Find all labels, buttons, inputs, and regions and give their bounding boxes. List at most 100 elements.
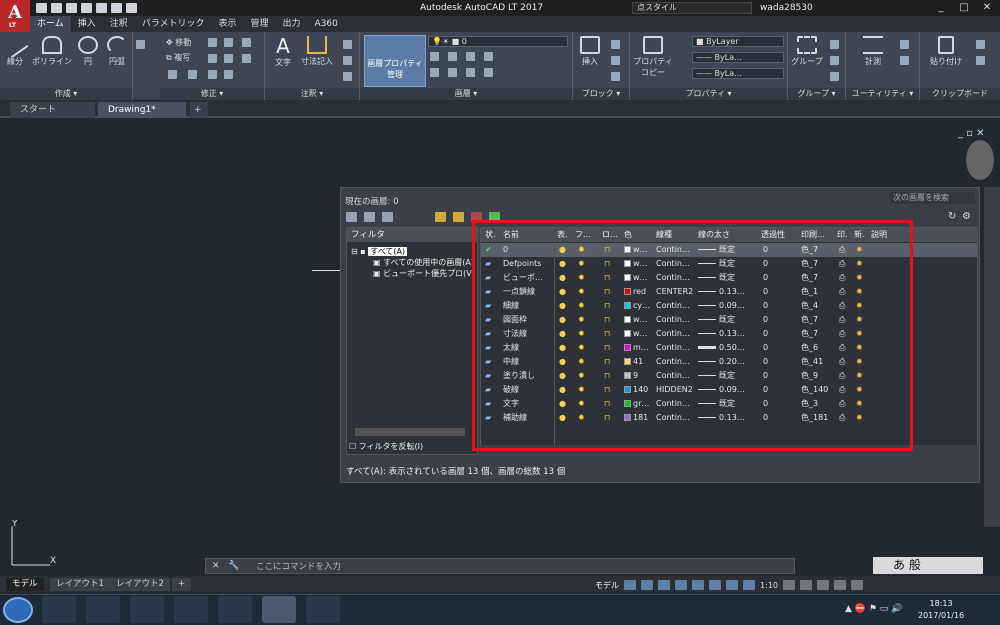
media-taskbar-icon[interactable] [130, 596, 164, 623]
layer-lock-icon[interactable] [484, 52, 493, 61]
layer-off-icon[interactable] [430, 52, 439, 61]
invert-filter-checkbox[interactable]: ☐ フィルタを反転(I) [349, 441, 423, 452]
linetype-dropdown[interactable]: —— ByLa… [692, 52, 784, 63]
snap-icon[interactable] [641, 580, 653, 590]
linear-dim-icon[interactable] [343, 40, 352, 49]
create-block-icon[interactable] [611, 40, 620, 49]
annotation-panel-label[interactable]: 注釈 ▾ [265, 88, 359, 100]
command-input[interactable]: ここにコマンドを入力 [256, 560, 341, 572]
erase-icon[interactable] [242, 38, 251, 47]
application-menu-button[interactable]: A LT [0, 0, 30, 34]
point-style-icon[interactable] [900, 56, 909, 65]
polar-icon[interactable] [675, 580, 687, 590]
ime-bar[interactable]: あ 般 [873, 557, 983, 574]
text-tool[interactable]: A 文字 [269, 35, 297, 68]
viewport-controls-icon[interactable]: _ ▫ ✕ [958, 128, 985, 139]
system-clock[interactable]: 18:13 2017/01/16 [918, 598, 964, 622]
tray-icons[interactable]: ▲ ⛔ ⚑ ▭ 🔊 [845, 604, 902, 614]
ungroup-icon[interactable] [830, 40, 839, 49]
tab-start[interactable]: スタート [10, 102, 95, 118]
tab-a360[interactable]: A360 [308, 16, 345, 32]
new-vp-freeze-layer-icon[interactable] [453, 212, 464, 222]
tab-drawing1[interactable]: Drawing1* [98, 102, 186, 118]
annotation-visibility-icon[interactable] [743, 580, 755, 590]
annotation-scale[interactable]: 1:10 [760, 581, 778, 590]
tab-output[interactable]: 出力 [276, 16, 308, 32]
thunderbird-taskbar-icon[interactable] [218, 596, 252, 623]
measure-tool[interactable]: 計測 [858, 36, 888, 67]
start-button[interactable] [3, 597, 33, 623]
tab-insert[interactable]: 挿入 [71, 16, 103, 32]
layer-isolate-icon[interactable] [448, 52, 457, 61]
dimension-tool[interactable]: 寸法記入 [297, 36, 337, 67]
fullscreen-icon[interactable] [833, 580, 846, 590]
ortho-icon[interactable] [658, 580, 670, 590]
new-tab-button[interactable]: + [190, 102, 208, 118]
new-filter-icon[interactable] [346, 212, 357, 222]
grid-icon[interactable] [624, 580, 636, 590]
draw-panel-label[interactable]: 作成 ▾ [0, 88, 132, 100]
quick-select-icon[interactable] [900, 40, 909, 49]
user-name[interactable]: wada28530 [760, 3, 813, 13]
stretch-icon[interactable] [168, 70, 177, 79]
tab-view[interactable]: 表示 [212, 16, 244, 32]
trim-icon[interactable] [224, 38, 233, 47]
circle-tool[interactable]: 円 [76, 36, 100, 67]
group-edit-icon[interactable] [830, 56, 839, 65]
autocad-taskbar-icon[interactable] [262, 596, 296, 623]
line-tool[interactable]: 線分 [1, 31, 29, 67]
command-line[interactable]: ✕ 🔧 ここにコマンドを入力 [205, 558, 795, 574]
polyline-tool[interactable]: ポリライン [30, 36, 74, 67]
insert-tool[interactable]: 挿入 [577, 36, 603, 67]
customize-icon[interactable]: 🔧 [228, 561, 239, 571]
model-space-toggle[interactable]: モデル [595, 580, 619, 591]
save-as-icon[interactable] [81, 3, 92, 13]
rotate-icon[interactable] [208, 38, 217, 47]
layer-previous-icon[interactable] [448, 68, 457, 77]
group-select-icon[interactable] [830, 72, 839, 81]
fillet-icon[interactable] [224, 54, 233, 63]
workspace-gear-icon[interactable] [782, 580, 795, 590]
block-panel-label[interactable]: ブロック ▾ [573, 88, 629, 100]
new-layer-icon[interactable] [435, 212, 446, 222]
help-search-input[interactable]: 点スタイル [632, 2, 752, 14]
edit-block-icon[interactable] [611, 56, 620, 65]
clipboard-panel-label[interactable]: クリップボード [920, 88, 1000, 100]
layer-dropdown[interactable]: 💡☀ ■ 0 [428, 36, 568, 47]
tab-annotate[interactable]: 注釈 [103, 16, 135, 32]
chrome-taskbar-icon[interactable] [174, 596, 208, 623]
color-dropdown[interactable]: ■ ByLayer [692, 36, 784, 47]
copy-tool[interactable]: ⧉ 複写 [166, 52, 190, 63]
group-filter-icon[interactable] [364, 212, 375, 222]
scale-icon[interactable] [188, 70, 197, 79]
copy-clip-icon[interactable] [976, 56, 985, 65]
selection-cycling-icon[interactable] [726, 580, 738, 590]
lineweight-icon[interactable] [709, 580, 721, 590]
properties-panel-label[interactable]: プロパティ ▾ [630, 88, 787, 100]
undo-icon[interactable] [111, 3, 122, 13]
palette-title-bar[interactable] [984, 187, 1000, 527]
filter-used[interactable]: ▣ すべての使用中の画層(A) [373, 257, 474, 268]
close-button[interactable]: ✕ [976, 0, 998, 16]
add-layout-button[interactable]: + [172, 578, 192, 591]
arc-tool[interactable]: 円弧 [104, 36, 130, 67]
array-icon[interactable] [208, 70, 217, 79]
tab-manage[interactable]: 管理 [244, 16, 276, 32]
rectangle-icon[interactable] [136, 40, 145, 49]
tab-parametric[interactable]: パラメトリック [135, 16, 212, 32]
table-icon[interactable] [343, 72, 352, 81]
mirror-icon[interactable] [208, 54, 217, 63]
tab-home[interactable]: ホーム [30, 16, 71, 32]
cut-icon[interactable] [976, 40, 985, 49]
layer-freeze-icon[interactable] [466, 52, 475, 61]
layer-thaw-icon[interactable] [484, 68, 493, 77]
modify-panel-label[interactable]: 修正 ▾ [160, 88, 264, 100]
maximize-button[interactable]: □ [953, 0, 975, 16]
tab-model[interactable]: モデル [6, 578, 44, 591]
new-icon[interactable] [36, 3, 47, 13]
filter-all[interactable]: ⊟ ▪ すべて(A) [351, 246, 408, 257]
utility-panel-label[interactable]: ユーティリティ ▾ [846, 88, 919, 100]
paste-tool[interactable]: 貼り付け [926, 36, 966, 67]
print-icon[interactable] [96, 3, 107, 13]
refresh-icon[interactable]: ↻ [948, 211, 956, 222]
